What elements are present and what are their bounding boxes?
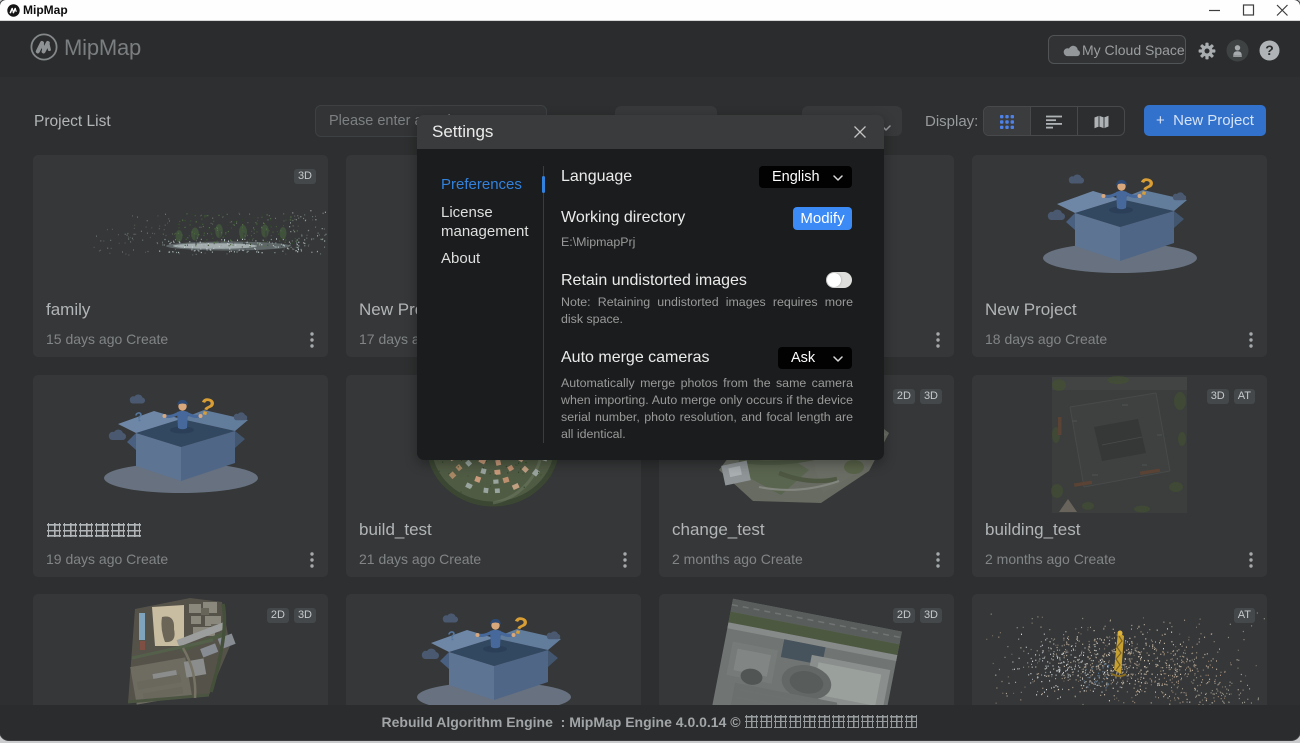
- svg-text:?: ?: [134, 409, 145, 425]
- svg-text:?: ?: [447, 628, 458, 644]
- svg-text:?: ?: [1265, 42, 1274, 58]
